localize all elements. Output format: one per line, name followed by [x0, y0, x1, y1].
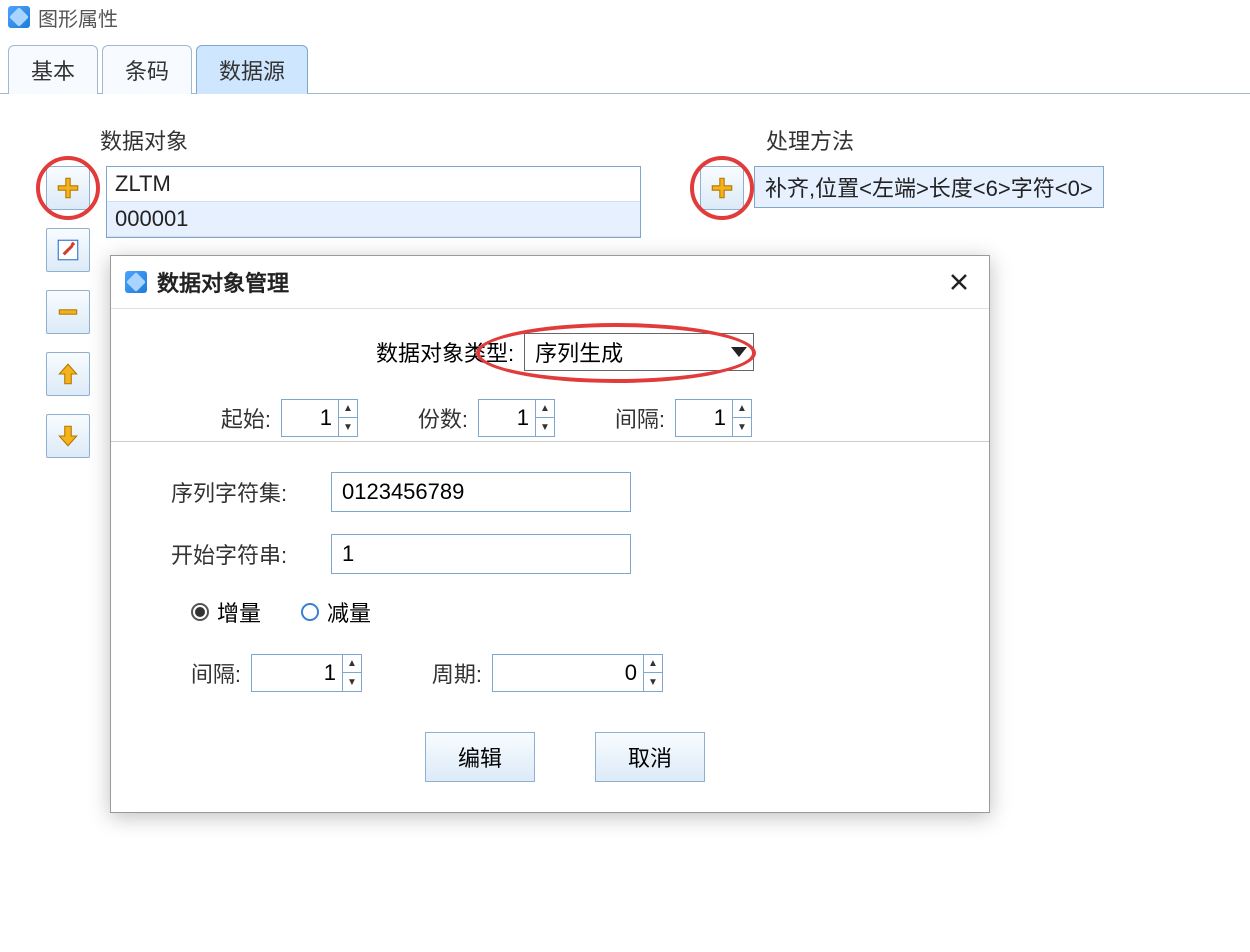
type-row: 数据对象类型: 序列生成 — [171, 333, 959, 371]
cancel-button[interactable]: 取消 — [595, 732, 705, 782]
move-up-button[interactable] — [46, 352, 90, 396]
close-button[interactable] — [943, 266, 975, 298]
radio-dot-icon — [301, 603, 319, 621]
interval2-label: 间隔: — [171, 657, 241, 689]
window-title: 图形属性 — [38, 3, 118, 32]
window-titlebar: 图形属性 — [0, 0, 1250, 34]
remove-button[interactable] — [46, 290, 90, 334]
add-button[interactable] — [46, 166, 90, 210]
tab-basic[interactable]: 基本 — [8, 45, 98, 94]
radio-increment[interactable]: 增量 — [191, 596, 261, 628]
plus-icon — [55, 175, 81, 201]
app-icon — [8, 6, 30, 28]
spin-down-icon[interactable]: ▼ — [343, 673, 361, 691]
data-object-tools — [40, 166, 96, 458]
edit-button[interactable]: 编辑 — [425, 732, 535, 782]
list-item[interactable]: 000001 — [107, 202, 640, 237]
spin-up-icon[interactable]: ▲ — [343, 655, 361, 673]
spin-down-icon[interactable]: ▼ — [644, 673, 662, 691]
processing-method-title: 处理方法 — [766, 124, 1104, 156]
startstr-input[interactable] — [331, 534, 631, 574]
spin-down-icon[interactable]: ▼ — [339, 418, 357, 436]
numeric-params-row: 起始: ▲▼ 份数: ▲▼ 间隔: ▲▼ — [211, 399, 959, 437]
interval-input[interactable] — [676, 401, 732, 435]
copies-spinner[interactable]: ▲▼ — [478, 399, 555, 437]
spinner-buttons[interactable]: ▲▼ — [338, 400, 357, 436]
chevron-down-icon — [731, 347, 747, 357]
plus-icon — [709, 175, 735, 201]
list-item[interactable]: ZLTM — [107, 167, 640, 202]
interval2-spinner[interactable]: ▲▼ — [251, 654, 362, 692]
spinner-buttons[interactable]: ▲▼ — [643, 655, 662, 691]
start-spinner[interactable]: ▲▼ — [281, 399, 358, 437]
tabs: 基本 条码 数据源 — [0, 44, 1250, 94]
minus-icon — [55, 299, 81, 325]
spin-up-icon[interactable]: ▲ — [339, 400, 357, 418]
start-label: 起始: — [211, 402, 271, 434]
arrow-up-icon — [55, 361, 81, 387]
tab-datasource[interactable]: 数据源 — [196, 45, 308, 94]
radio-decrement[interactable]: 减量 — [301, 596, 371, 628]
radio-decrement-label: 减量 — [327, 596, 371, 628]
arrow-down-icon — [55, 423, 81, 449]
spin-down-icon[interactable]: ▼ — [536, 418, 554, 436]
interval-spinner[interactable]: ▲▼ — [675, 399, 752, 437]
spin-up-icon[interactable]: ▲ — [536, 400, 554, 418]
spinner-buttons[interactable]: ▲▼ — [732, 400, 751, 436]
period-input[interactable] — [493, 656, 643, 690]
proc-add-button[interactable] — [700, 166, 744, 210]
radio-increment-label: 增量 — [217, 596, 261, 628]
app-icon — [125, 271, 147, 293]
data-object-manage-dialog: 数据对象管理 数据对象类型: 序列生成 起始: ▲▼ 份数: — [110, 255, 990, 813]
spin-down-icon[interactable]: ▼ — [733, 418, 751, 436]
copies-label: 份数: — [408, 402, 468, 434]
startstr-row: 开始字符串: — [171, 534, 959, 574]
divider — [111, 441, 989, 442]
close-icon — [950, 273, 968, 291]
processing-method-list[interactable]: 补齐,位置<左端>长度<6>字符<0> — [754, 166, 1104, 208]
list-item[interactable]: 补齐,位置<左端>长度<6>字符<0> — [755, 167, 1103, 207]
type-value: 序列生成 — [535, 336, 723, 368]
charset-input[interactable] — [331, 472, 631, 512]
direction-radio-group: 增量 减量 — [191, 596, 959, 628]
move-down-button[interactable] — [46, 414, 90, 458]
interval-period-row: 间隔: ▲▼ 周期: ▲▼ — [171, 654, 959, 692]
copies-input[interactable] — [479, 401, 535, 435]
period-label: 周期: — [412, 657, 482, 689]
tab-barcode[interactable]: 条码 — [102, 45, 192, 94]
dialog-title: 数据对象管理 — [157, 266, 943, 298]
spinner-buttons[interactable]: ▲▼ — [342, 655, 361, 691]
spinner-buttons[interactable]: ▲▼ — [535, 400, 554, 436]
type-label: 数据对象类型: — [376, 336, 514, 368]
start-input[interactable] — [282, 401, 338, 435]
interval-label: 间隔: — [605, 402, 665, 434]
charset-label: 序列字符集: — [171, 476, 321, 508]
pencil-icon — [55, 237, 81, 263]
spin-up-icon[interactable]: ▲ — [644, 655, 662, 673]
interval2-input[interactable] — [252, 656, 342, 690]
startstr-label: 开始字符串: — [171, 538, 321, 570]
dialog-buttons: 编辑 取消 — [171, 732, 959, 782]
spin-up-icon[interactable]: ▲ — [733, 400, 751, 418]
type-select[interactable]: 序列生成 — [524, 333, 754, 371]
data-object-list[interactable]: ZLTM 000001 — [106, 166, 641, 238]
dialog-titlebar: 数据对象管理 — [111, 256, 989, 309]
period-spinner[interactable]: ▲▼ — [492, 654, 663, 692]
radio-dot-icon — [191, 603, 209, 621]
edit-button[interactable] — [46, 228, 90, 272]
data-object-title: 数据对象 — [100, 124, 660, 156]
charset-row: 序列字符集: — [171, 472, 959, 512]
